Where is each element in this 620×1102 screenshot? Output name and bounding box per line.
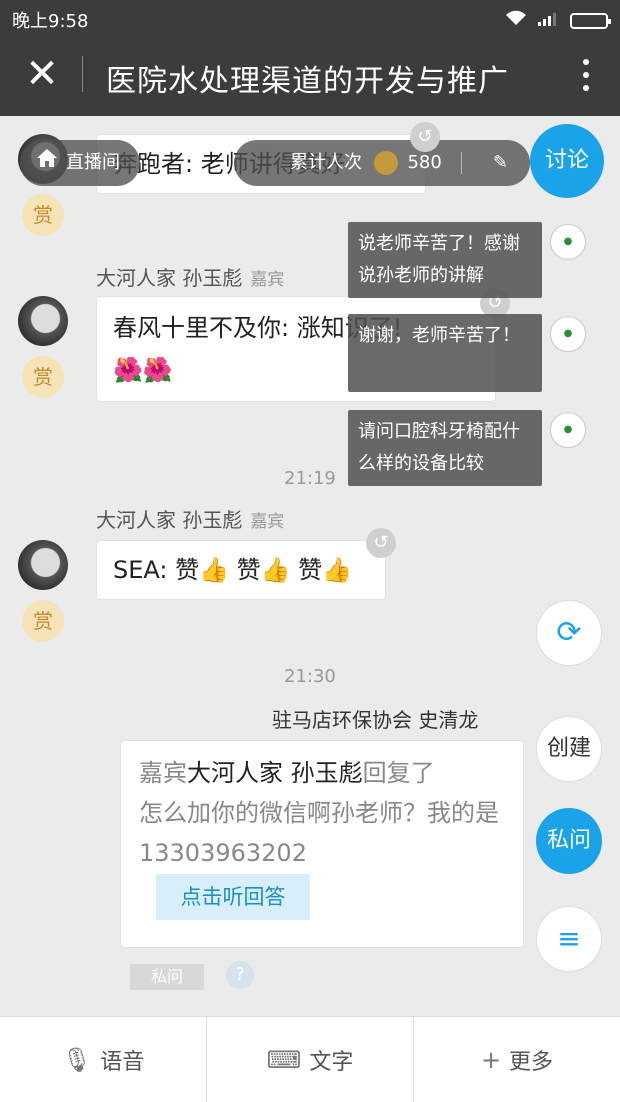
close-icon[interactable]: ✕ (22, 54, 62, 94)
plus-icon: + (480, 1045, 502, 1074)
reply-who: 大河人家 孙玉彪 (187, 759, 363, 787)
live-room-label: 直播间 (66, 152, 120, 173)
message-bubble: SEA: 赞👍 赞👍 赞👍 (96, 540, 386, 600)
avatar[interactable] (18, 540, 68, 590)
notification-avatar: ● (550, 224, 586, 260)
private-tag: 私问 (130, 964, 204, 990)
sender-name: 大河人家 孙玉彪 嘉宾 (96, 262, 284, 291)
text-button[interactable]: ⌨ 文字 (207, 1017, 414, 1102)
status-icons (504, 9, 611, 32)
microphone-icon: 🎙 (61, 1045, 93, 1074)
create-button[interactable]: 创建 (536, 716, 602, 782)
more-menu-icon[interactable] (582, 56, 590, 96)
avatar[interactable] (18, 296, 68, 346)
viewers-count: 580 (407, 152, 442, 173)
refresh-button[interactable]: ⟳ (536, 600, 602, 666)
help-icon[interactable]: ? (226, 961, 254, 989)
menu-icon: ≡ (557, 922, 581, 955)
person-icon (373, 151, 398, 175)
voice-label: 语音 (100, 1049, 145, 1075)
chat-area[interactable]: 赏 奔跑者: 老师讲得真好 直播间 累计人次 580 ✎ ↺ 讨论 大河人家 孙… (0, 116, 620, 1016)
status-bar: 晚上9:58 (0, 0, 620, 36)
reward-button[interactable]: 赏 (22, 194, 64, 236)
private-ask-button[interactable]: 私问 (536, 808, 602, 874)
timestamp: 21:30 (284, 666, 336, 687)
viewers-label: 累计人次 (290, 152, 362, 173)
sender-name-text: 大河人家 孙玉彪 (96, 508, 243, 532)
page-title: 医院水处理渠道的开发与推广 (106, 64, 509, 99)
notification-item[interactable]: 请问口腔科牙椅配什么样的设备比较 (348, 410, 542, 486)
sender-role: 嘉宾 (250, 270, 285, 290)
text-label: 文字 (309, 1049, 354, 1075)
viewers-pill: 累计人次 580 ✎ (234, 140, 530, 186)
reward-button[interactable]: 赏 (22, 356, 64, 398)
timestamp: 21:19 (284, 468, 336, 489)
notification-item[interactable]: 谢谢，老师辛苦了！ (348, 314, 542, 392)
signal-icon (538, 10, 560, 31)
notification-avatar: ● (550, 316, 586, 352)
live-room-button[interactable]: 直播间 (20, 140, 140, 186)
listen-answer-button[interactable]: 点击听回答 (156, 874, 310, 920)
reply-sender-name: 驻马店环保协会 史清龙 (272, 708, 479, 732)
notification-avatar: ● (550, 412, 586, 448)
app-header: ✕ 医院水处理渠道的开发与推广 (0, 36, 620, 116)
battery-icon (570, 12, 611, 29)
input-toolbar: 🎙 语音 ⌨ 文字 + 更多 (0, 1016, 620, 1102)
revoke-icon[interactable]: ↺ (410, 122, 440, 152)
voice-button[interactable]: 🎙 语音 (0, 1017, 207, 1102)
header-divider (82, 56, 83, 92)
home-icon (36, 140, 58, 186)
reply-prefix: 嘉宾 (139, 759, 187, 787)
reply-suffix: 回复了 (362, 759, 435, 787)
sender-name: 大河人家 孙玉彪 嘉宾 (96, 504, 284, 533)
keyboard-icon: ⌨ (266, 1045, 302, 1074)
revoke-icon[interactable]: ↺ (366, 528, 396, 558)
menu-button[interactable]: ≡ (536, 906, 602, 972)
notification-item[interactable]: 说老师辛苦了！感谢说孙老师的讲解 (348, 222, 542, 298)
wifi-icon (504, 9, 528, 32)
sender-name-text: 大河人家 孙玉彪 (96, 266, 243, 290)
discuss-button[interactable]: 讨论 (530, 124, 604, 198)
more-button[interactable]: + 更多 (414, 1017, 620, 1102)
more-label: 更多 (509, 1049, 554, 1075)
sender-role: 嘉宾 (250, 512, 285, 532)
reply-body: 怎么加你的微信啊孙老师？我的是13303963202 (139, 799, 499, 867)
reward-button[interactable]: 赏 (22, 600, 64, 642)
pill-divider (461, 152, 462, 174)
status-time: 晚上9:58 (12, 11, 89, 32)
refresh-icon: ⟳ (556, 615, 582, 650)
edit-icon[interactable]: ✎ (493, 140, 508, 186)
